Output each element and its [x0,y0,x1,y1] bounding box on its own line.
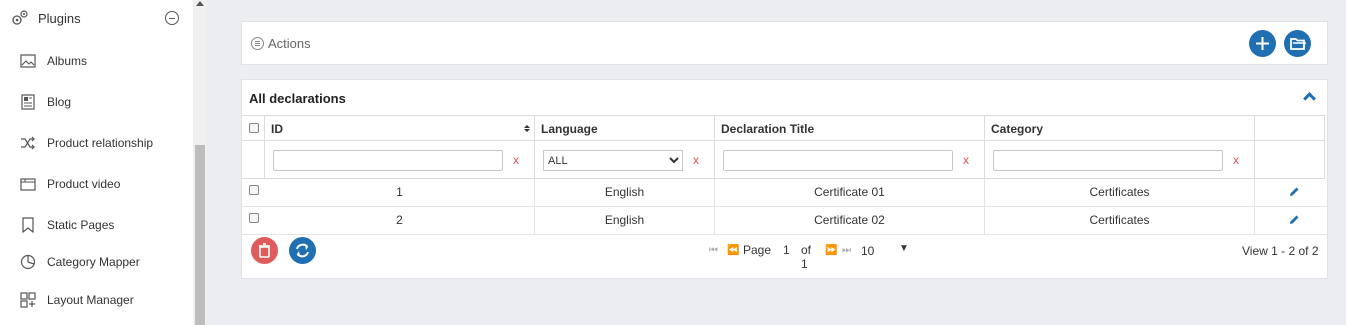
page-label: Page [743,243,772,257]
sidebar-item-albums[interactable]: Albums [0,43,193,79]
clear-language-filter-button[interactable]: x [693,153,699,167]
cell-title: Certificate 01 [715,179,985,206]
sidebar-item-label: Product video [47,177,121,191]
add-button[interactable] [1249,30,1276,57]
cell-id: 1 [265,179,535,206]
filter-id: x [265,141,535,179]
grid-title: All declarations [249,91,346,106]
main-content: Actions All declarations ID Language Dec… [207,0,1346,325]
column-header-category[interactable]: Category [985,115,1255,141]
filter-language: ALL x [535,141,715,179]
sidebar-item-label: Category Mapper [47,255,140,269]
filter-spacer [242,141,265,179]
sidebar-item-label: Static Pages [47,218,115,232]
clear-id-filter-button[interactable]: x [513,153,519,167]
delete-button[interactable] [251,237,278,264]
plus-icon [1256,37,1269,50]
id-filter-input[interactable] [273,150,503,171]
language-filter-select[interactable]: ALL [543,150,683,171]
plugins-gears-icon [12,10,28,25]
page-number-input[interactable]: 1 [783,243,790,257]
page-size-select[interactable]: 10 [861,244,874,258]
edit-pencil-icon[interactable] [1288,186,1300,198]
column-header-label: ID [271,122,283,136]
cell-category: Certificates [985,207,1255,234]
first-page-icon[interactable]: ⏮ [709,245,718,256]
scroll-up-arrow-icon[interactable] [196,1,204,6]
filter-actions-spacer [1255,141,1325,179]
column-header-title[interactable]: Declaration Title [715,115,985,141]
folder-open-icon [1290,38,1307,50]
column-header-label: Declaration Title [721,122,815,136]
blog-icon [21,94,35,110]
clear-title-filter-button[interactable]: x [963,153,969,167]
refresh-icon [296,243,309,258]
pie-chart-icon [20,254,36,270]
refresh-button[interactable] [289,237,316,264]
column-header-label: Language [541,122,598,136]
open-folder-button[interactable] [1284,30,1311,57]
sidebar-item-product-relationship[interactable]: Product relationship [0,125,193,161]
sidebar-item-layout-manager[interactable]: Layout Manager [0,282,193,318]
header-select-all [242,115,265,141]
sidebar-item-product-video[interactable]: Product video [0,166,193,202]
column-header-language[interactable]: Language [535,115,715,141]
category-filter-input[interactable] [993,150,1223,171]
cell-category: Certificates [985,179,1255,206]
sidebar-scrollbar[interactable] [193,0,207,325]
sidebar-item-label: Layout Manager [47,293,134,307]
sidebar-item-category-mapper[interactable]: Category Mapper [0,244,193,280]
sidebar-item-label: Albums [47,54,88,68]
sidebar-item-blog[interactable]: Blog [0,84,193,120]
declarations-grid: All declarations ID Language Declaration… [241,79,1328,279]
sidebar: Plugins Albums Blog Product relationship [0,0,193,325]
layout-icon [20,292,36,308]
actions-panel: Actions [241,21,1328,65]
cell-language: English [535,207,715,234]
edit-pencil-icon[interactable] [1288,214,1300,226]
trash-icon [259,243,270,258]
bookmark-icon [22,217,34,233]
actions-label: Actions [268,36,311,51]
last-page-icon[interactable]: ⏭ [842,245,851,256]
list-icon [251,37,264,50]
table-row[interactable]: 2 English Certificate 02 Certificates [242,207,1327,235]
image-icon [20,54,36,68]
collapse-icon[interactable] [165,11,179,25]
video-icon [20,178,36,191]
row-checkbox[interactable] [249,213,259,223]
sidebar-item-static-pages[interactable]: Static Pages [0,207,193,243]
sidebar-plugins-header[interactable]: Plugins [0,0,193,38]
prev-page-icon[interactable]: ⏪ [727,245,740,256]
table-row[interactable]: 1 English Certificate 01 Certificates [242,179,1327,207]
title-filter-input[interactable] [723,150,953,171]
caret-down-icon[interactable]: ▼ [899,243,909,254]
sidebar-item-label: Blog [47,95,72,109]
shuffle-icon [21,136,35,150]
column-header-label: Category [991,122,1044,136]
row-checkbox[interactable] [249,185,259,195]
records-summary: View 1 - 2 of 2 [1242,244,1319,258]
page-count-label: of 1 [801,243,812,271]
sidebar-header-label: Plugins [38,11,81,26]
select-all-checkbox[interactable] [249,123,259,133]
cell-title: Certificate 02 [715,207,985,234]
column-header-actions [1255,115,1325,141]
column-header-id[interactable]: ID [265,115,535,141]
scrollbar-thumb[interactable] [195,145,205,325]
filter-category: x [985,141,1255,179]
sidebar-item-label: Product relationship [47,136,154,150]
chevron-up-icon[interactable] [1303,92,1316,105]
cell-language: English [535,179,715,206]
next-page-icon[interactable]: ⏩ [825,245,838,256]
filter-title: x [715,141,985,179]
clear-category-filter-button[interactable]: x [1233,153,1239,167]
cell-id: 2 [265,207,535,234]
